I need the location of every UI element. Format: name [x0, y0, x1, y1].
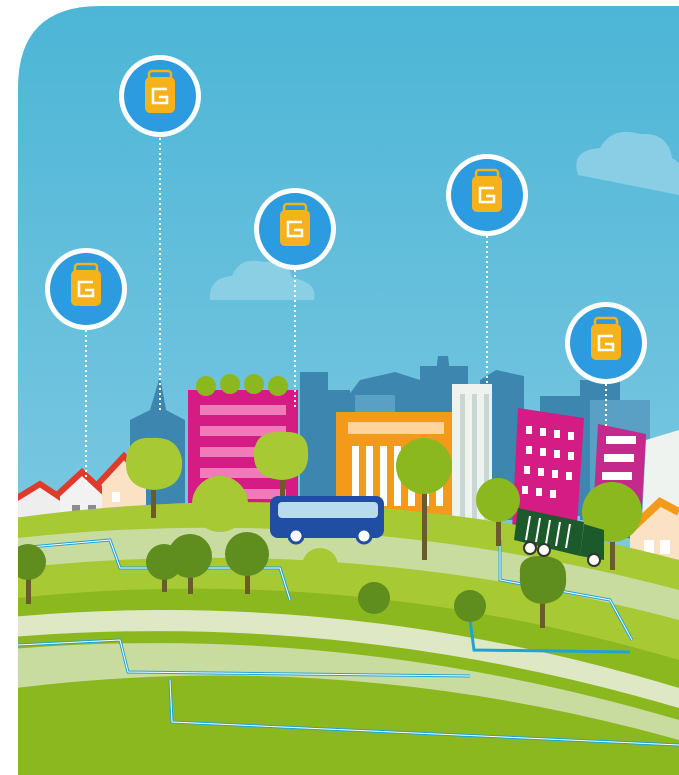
- sensor-bin-icon: [280, 202, 310, 246]
- sensor-pin: [565, 302, 647, 384]
- sensor-bin-icon: [71, 262, 101, 306]
- sensor-pin: [45, 248, 127, 330]
- sensor-pin: [119, 55, 201, 137]
- sensor-bin-icon: [591, 316, 621, 360]
- sensor-bin-icon: [145, 69, 175, 113]
- bus: [270, 496, 384, 545]
- sensor-pin: [446, 154, 528, 236]
- sensor-bin-icon: [472, 168, 502, 212]
- sensor-pin: [254, 188, 336, 270]
- smart-city-illustration: [0, 0, 679, 775]
